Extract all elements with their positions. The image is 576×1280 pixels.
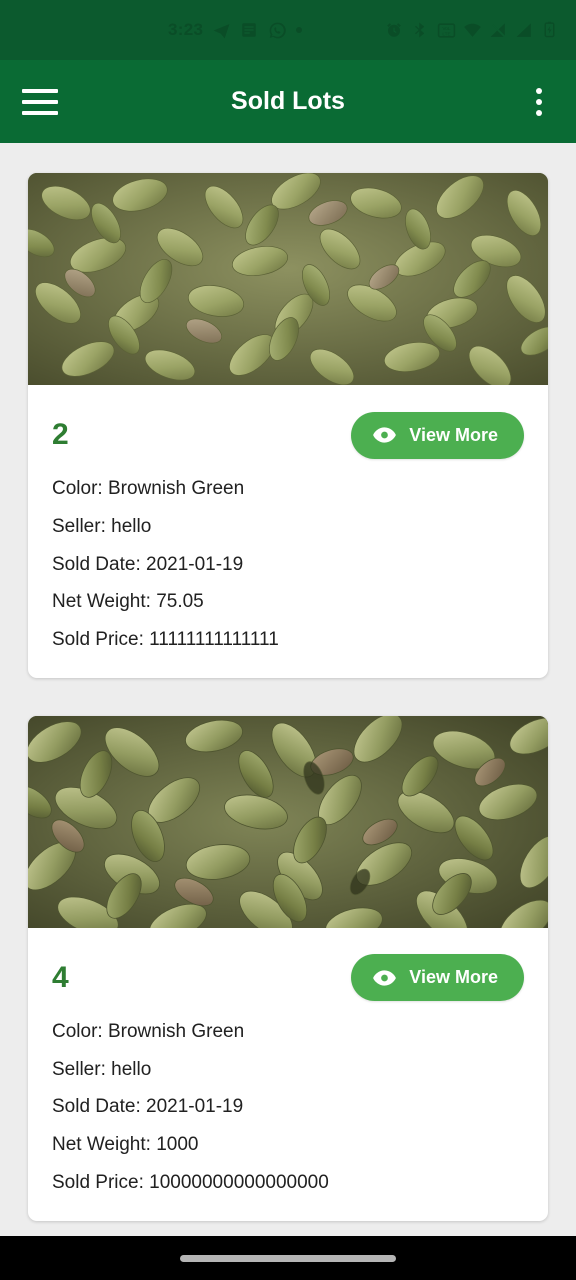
cardamom-pods-illustration bbox=[28, 173, 548, 385]
whatsapp-icon bbox=[268, 21, 287, 40]
lot-sold-date: Sold Date: 2021-01-19 bbox=[52, 553, 244, 575]
status-bar-left: 3:23 bbox=[168, 20, 303, 40]
lot-color: Color: Brownish Green bbox=[52, 478, 245, 499]
home-indicator[interactable] bbox=[180, 1254, 396, 1262]
view-more-button[interactable]: View More bbox=[351, 954, 524, 1002]
lots-list[interactable]: 2 View More Color: Brownish Green Seller… bbox=[0, 143, 576, 1236]
status-time: 3:23 bbox=[168, 20, 204, 39]
telegram-icon bbox=[212, 21, 231, 40]
alarm-icon bbox=[385, 21, 404, 40]
status-bar-right: VoL LTE bbox=[385, 21, 560, 40]
lot-header: 4 View More bbox=[52, 950, 524, 1006]
lot-number: 4 bbox=[52, 960, 69, 994]
view-more-label: View More bbox=[409, 967, 498, 988]
lot-seller: Seller: hello bbox=[52, 1058, 152, 1080]
system-nav-bar bbox=[0, 1236, 576, 1280]
signal-icon bbox=[515, 21, 534, 40]
page-title: Sold Lots bbox=[231, 87, 345, 115]
battery-icon bbox=[541, 21, 560, 40]
status-bar: 3:23 VoL LTE bbox=[0, 0, 576, 60]
lot-number: 2 bbox=[52, 418, 69, 451]
volte-icon: VoL LTE bbox=[437, 21, 456, 40]
more-vertical-icon[interactable] bbox=[524, 85, 554, 119]
lot-image bbox=[28, 715, 548, 928]
lot-net-weight: Net Weight: 1000 bbox=[52, 1134, 199, 1155]
signal-muted-icon bbox=[489, 21, 508, 40]
lot-sold-price: Sold Price: 11111111111111 bbox=[52, 629, 279, 650]
lot-header: 2 View More bbox=[52, 407, 524, 463]
lot-sold-date: Sold Date: 2021-01-19 bbox=[52, 1096, 244, 1118]
lot-details: 2 View More Color: Brownish Green Seller… bbox=[28, 385, 548, 678]
view-more-label: View More bbox=[409, 424, 498, 445]
cardamom-pods-illustration bbox=[28, 715, 548, 928]
phone-screen: 3:23 VoL LTE Sold Lots 2 View More Color… bbox=[0, 0, 576, 1280]
lot-card[interactable]: 2 View More Color: Brownish Green Seller… bbox=[28, 173, 548, 678]
svg-text:LTE: LTE bbox=[442, 31, 450, 37]
notes-icon bbox=[240, 21, 259, 40]
svg-text:VoL: VoL bbox=[442, 26, 451, 32]
eye-icon bbox=[373, 427, 397, 443]
lot-details: 4 View More Color: Brownish Green Seller… bbox=[28, 928, 548, 1221]
lot-net-weight: Net Weight: 75.05 bbox=[52, 591, 204, 613]
hamburger-menu-icon[interactable] bbox=[22, 88, 58, 115]
lot-seller: Seller: hello bbox=[52, 515, 152, 537]
notification-dot-icon bbox=[296, 27, 303, 33]
lot-color: Color: Brownish Green bbox=[52, 1020, 245, 1042]
wifi-icon bbox=[463, 21, 482, 40]
bluetooth-icon bbox=[411, 21, 430, 40]
view-more-button[interactable]: View More bbox=[351, 411, 524, 459]
lot-image bbox=[28, 173, 548, 385]
lot-card[interactable]: 4 View More Color: Brownish Green Seller… bbox=[28, 715, 548, 1221]
app-bar: Sold Lots bbox=[0, 60, 576, 143]
lot-sold-price: Sold Price: 10000000000000000 bbox=[52, 1171, 329, 1193]
eye-icon bbox=[373, 970, 397, 986]
